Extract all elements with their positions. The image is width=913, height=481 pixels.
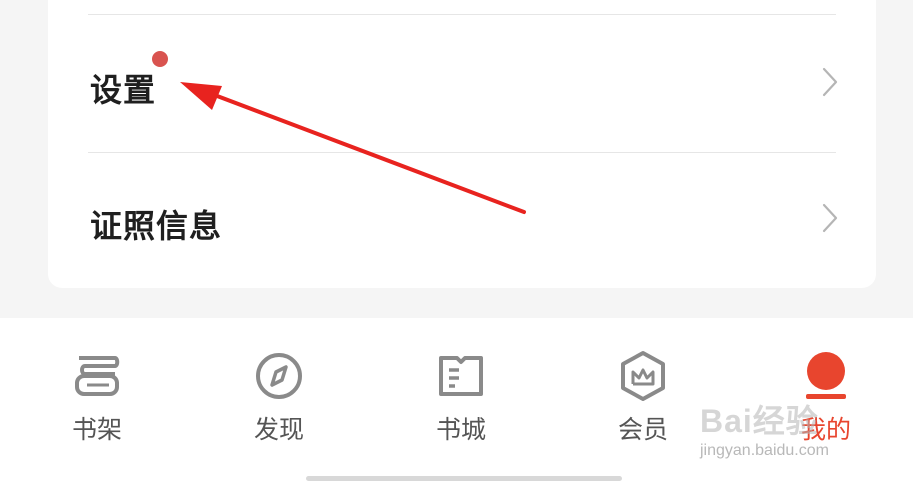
profile-avatar-icon	[806, 352, 846, 399]
tab-label: 会员	[617, 415, 668, 444]
bottom-tab-bar: 书架 发现 书城 会员 我的 Bai经验 jingyan.baidu.com	[0, 318, 913, 481]
book-store-icon	[439, 356, 483, 396]
menu-item-license-info[interactable]: 证照信息	[48, 153, 876, 289]
tab-label: 书架	[71, 415, 122, 444]
tab-membership[interactable]: 会员	[588, 346, 698, 446]
menu-item-label: 证照信息	[90, 207, 223, 245]
compass-icon	[256, 353, 302, 399]
tab-discover[interactable]: 发现	[224, 346, 334, 446]
chevron-right-icon	[822, 203, 838, 233]
menu-item-settings[interactable]: 设置	[48, 15, 876, 151]
chevron-right-icon	[822, 67, 838, 97]
settings-list-area: 设置 证照信息	[0, 0, 913, 318]
tab-book-store[interactable]: 书城	[406, 346, 516, 446]
menu-item-label: 设置	[90, 71, 157, 109]
menu-card: 设置 证照信息	[48, 0, 876, 288]
tab-label: 发现	[253, 415, 304, 444]
bookshelf-icon	[75, 356, 120, 396]
home-indicator[interactable]	[306, 476, 622, 481]
tab-label: 书城	[435, 415, 486, 444]
tab-bookshelf[interactable]: 书架	[42, 346, 152, 446]
notification-badge-dot	[152, 51, 168, 67]
crown-hexagon-icon	[621, 351, 665, 401]
tab-mine[interactable]: 我的	[771, 346, 881, 446]
tab-label: 我的	[800, 415, 851, 444]
